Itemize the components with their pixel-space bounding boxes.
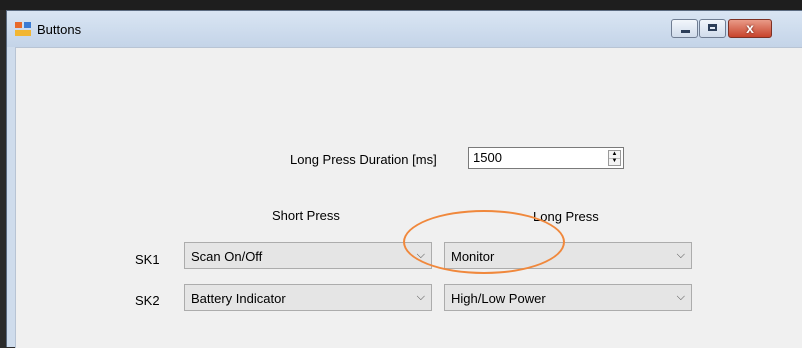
minimize-icon: [681, 30, 690, 33]
maximize-icon: [708, 24, 717, 31]
chevron-down-icon: ⌵: [676, 291, 685, 303]
sk2-short-press-dropdown[interactable]: Battery Indicator ⌵: [184, 284, 432, 311]
duration-numeric-input[interactable]: 1500 ▲ ▼: [468, 147, 624, 169]
chevron-down-icon: ⌵: [416, 291, 425, 303]
sk2-short-press-value: Battery Indicator: [191, 291, 286, 306]
duration-label: Long Press Duration [ms]: [290, 152, 437, 167]
close-button[interactable]: x: [728, 19, 772, 38]
title-bar[interactable]: Buttons x: [7, 11, 802, 47]
row-label-sk2: SK2: [135, 293, 160, 308]
buttons-window: Buttons x Long Press Duration [ms] 1500 …: [6, 10, 802, 348]
minimize-button[interactable]: [671, 19, 698, 38]
sk2-long-press-value: High/Low Power: [451, 291, 546, 306]
sk1-short-press-dropdown[interactable]: Scan On/Off ⌵: [184, 242, 432, 269]
close-icon: x: [746, 20, 754, 36]
maximize-button[interactable]: [699, 19, 726, 38]
highlight-annotation-ellipse: [403, 210, 565, 274]
row-label-sk1: SK1: [135, 252, 160, 267]
spin-down-icon[interactable]: ▼: [609, 158, 620, 165]
form-client-area: Long Press Duration [ms] 1500 ▲ ▼ Short …: [15, 47, 802, 348]
duration-spinner[interactable]: ▲ ▼: [608, 150, 621, 166]
sk2-long-press-dropdown[interactable]: High/Low Power ⌵: [444, 284, 692, 311]
sk1-short-press-value: Scan On/Off: [191, 249, 263, 264]
duration-value[interactable]: 1500: [473, 150, 502, 165]
window-title: Buttons: [37, 22, 82, 37]
chevron-down-icon: ⌵: [676, 249, 685, 261]
form-app-icon: [15, 22, 31, 36]
short-press-header: Short Press: [272, 208, 340, 223]
desktop-backdrop: [0, 0, 802, 10]
